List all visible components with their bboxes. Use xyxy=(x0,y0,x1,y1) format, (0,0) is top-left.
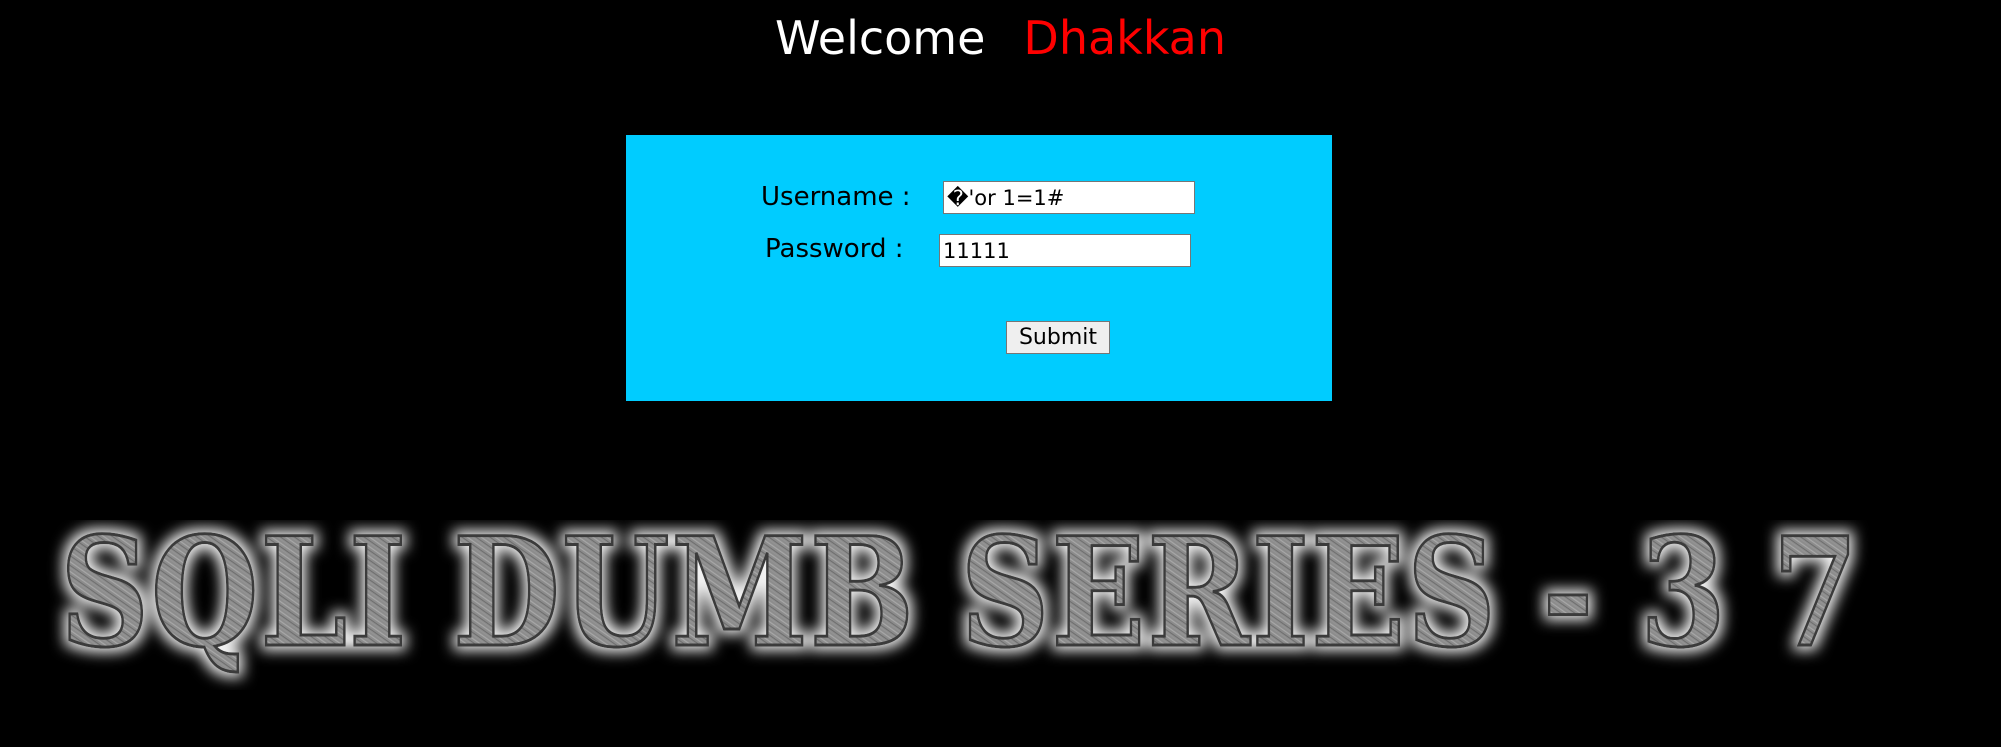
username-input[interactable] xyxy=(943,181,1195,214)
password-label: Password : xyxy=(765,234,904,264)
series-banner: SQLI DUMB SERIES - 3 7 xyxy=(0,520,2001,690)
username-label: Username : xyxy=(761,182,911,212)
login-form: Username : Password : Submit xyxy=(626,135,1332,401)
password-input[interactable] xyxy=(939,234,1191,267)
welcome-label: Welcome xyxy=(775,11,986,65)
series-banner-graphic: SQLI DUMB SERIES - 3 7 xyxy=(59,520,1860,683)
welcome-header: Welcome Dhakkan xyxy=(0,8,2001,68)
user-name: Dhakkan xyxy=(1023,11,1226,65)
submit-button[interactable]: Submit xyxy=(1006,321,1110,354)
series-banner-text: SQLI DUMB SERIES - 3 7 xyxy=(60,520,1860,681)
